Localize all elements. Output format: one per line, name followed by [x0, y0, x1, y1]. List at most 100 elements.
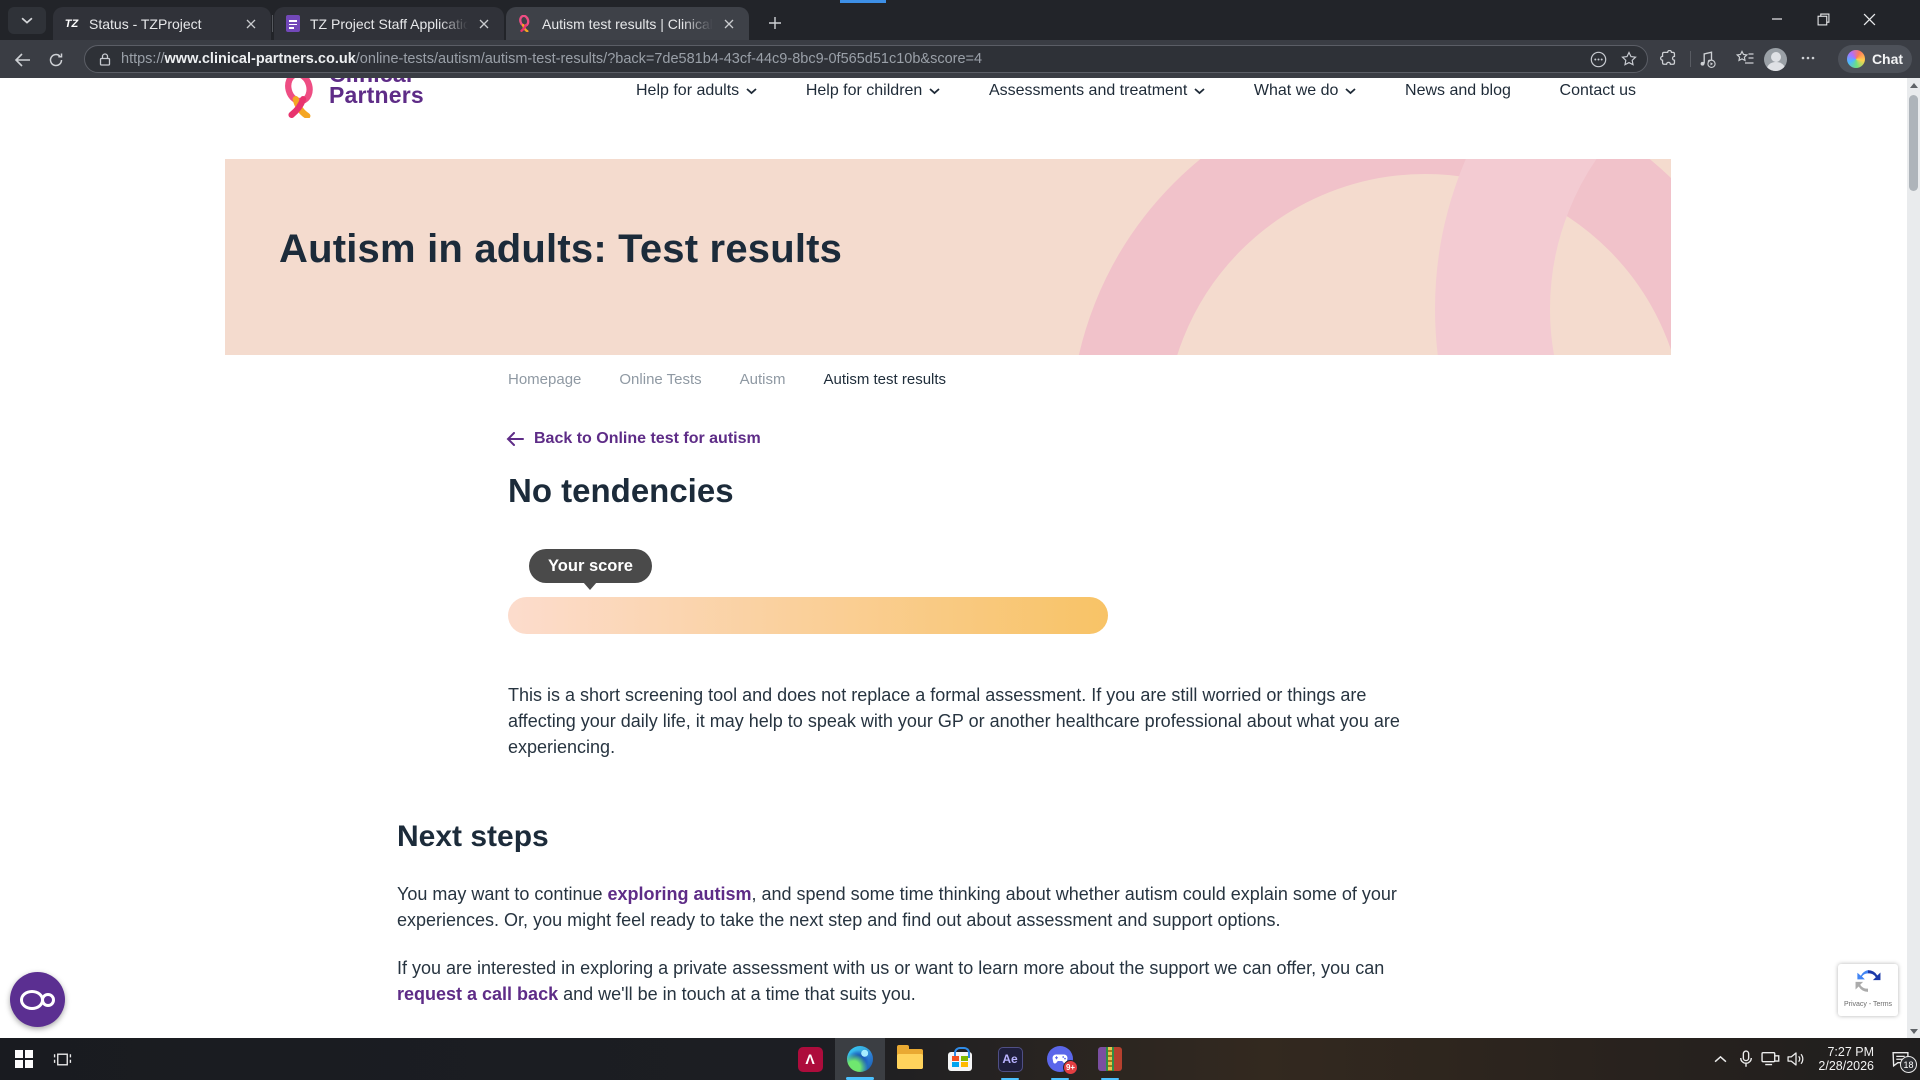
- tray-time: 7:27 PM: [1812, 1045, 1874, 1059]
- hidden-tab-indicator: [840, 0, 886, 3]
- window-close-button[interactable]: [1846, 0, 1892, 38]
- chevron-down-icon: [1194, 88, 1205, 95]
- taskbar-edge[interactable]: [835, 1038, 885, 1080]
- notification-count-badge: 18: [1900, 1056, 1917, 1073]
- new-tab-button[interactable]: [760, 9, 790, 37]
- google-forms-favicon: [284, 15, 301, 32]
- notification-center-button[interactable]: 18: [1880, 1038, 1920, 1080]
- favorites-bar-icon[interactable]: [1736, 50, 1754, 66]
- close-tab-icon[interactable]: [719, 14, 739, 34]
- tz-favicon: TZ: [63, 15, 80, 32]
- recaptcha-badge[interactable]: Privacy - Terms: [1838, 964, 1898, 1016]
- nav-help-for-children[interactable]: Help for children: [806, 82, 941, 100]
- nav-assessments-and-treatment[interactable]: Assessments and treatment: [989, 82, 1205, 100]
- taskbar-app-dock: Λ Ae 9+: [785, 1038, 1135, 1080]
- task-view-button[interactable]: [44, 1038, 80, 1080]
- browser-toolbar: https://www.clinical-partners.co.uk/onli…: [0, 40, 1920, 78]
- profile-avatar[interactable]: [1764, 48, 1787, 71]
- nav-help-for-adults[interactable]: Help for adults: [636, 82, 757, 100]
- taskbar-microsoft-store[interactable]: [935, 1038, 985, 1080]
- settings-ellipsis-icon[interactable]: [1800, 50, 1816, 66]
- decorative-arc: [1435, 159, 1671, 355]
- page-title: Autism in adults: Test results: [279, 227, 842, 272]
- recaptcha-icon: [1855, 968, 1881, 994]
- tab-title: TZ Project Staff Application: [310, 16, 468, 32]
- tray-chevron-up-icon[interactable]: [1708, 1038, 1733, 1080]
- page-actions-icon[interactable]: [1590, 51, 1607, 68]
- page-viewport: Clinical Partners Help for adults Help f…: [0, 78, 1920, 1038]
- close-tab-icon[interactable]: [474, 14, 494, 34]
- scrollbar-thumb[interactable]: [1909, 95, 1918, 191]
- screening-disclaimer-text: This is a short screening tool and does …: [508, 682, 1418, 760]
- adobe-app-icon: Λ: [798, 1047, 823, 1072]
- tray-date: 2/28/2026: [1812, 1059, 1874, 1073]
- tab-title: Status - TZProject: [89, 16, 235, 32]
- nav-contact-us[interactable]: Contact us: [1560, 82, 1636, 100]
- start-button[interactable]: [6, 1038, 42, 1080]
- copilot-icon: [1847, 50, 1865, 68]
- notification-count-badge: 9+: [1063, 1060, 1078, 1075]
- volume-icon[interactable]: [1783, 1038, 1808, 1080]
- browser-tab-strip: TZ Status - TZProject TZ Project Staff A…: [0, 0, 1920, 40]
- window-restore-button[interactable]: [1800, 0, 1846, 38]
- game-controller-icon: 9+: [1047, 1046, 1073, 1072]
- taskbar-after-effects[interactable]: Ae: [985, 1038, 1035, 1080]
- address-bar[interactable]: https://www.clinical-partners.co.uk/onli…: [84, 45, 1648, 73]
- page-scrollbar[interactable]: [1907, 78, 1920, 1038]
- toolbar-separator: [1690, 51, 1691, 67]
- window-minimize-button[interactable]: [1754, 0, 1800, 38]
- score-bar: [508, 597, 1108, 634]
- plus-icon: [768, 16, 782, 30]
- url-domain: www.clinical-partners.co.uk: [165, 51, 356, 67]
- nav-news-and-blog[interactable]: News and blog: [1405, 82, 1511, 100]
- winrar-icon: [1098, 1047, 1122, 1071]
- browser-tab-staff-application[interactable]: TZ Project Staff Application: [274, 7, 504, 40]
- back-button[interactable]: [8, 46, 36, 73]
- network-icon[interactable]: [1758, 1038, 1783, 1080]
- request-call-back-link[interactable]: request a call back: [397, 984, 558, 1004]
- breadcrumb-autism[interactable]: Autism: [740, 371, 786, 388]
- media-control-icon[interactable]: [1698, 50, 1716, 68]
- hero-banner: Autism in adults: Test results: [225, 159, 1671, 355]
- task-view-icon: [53, 1051, 72, 1068]
- logo-line2: Partners: [329, 85, 424, 106]
- your-score-tooltip: Your score: [529, 549, 652, 583]
- tab-title: Autism test results | Clinical Partne: [542, 16, 713, 32]
- browser-tab-autism-results-active[interactable]: Autism test results | Clinical Partne: [506, 7, 749, 40]
- result-heading: No tendencies: [508, 472, 734, 510]
- scroll-up-arrow[interactable]: [1907, 78, 1920, 92]
- refresh-button[interactable]: [42, 46, 70, 73]
- scroll-down-arrow[interactable]: [1907, 1024, 1920, 1038]
- microphone-icon[interactable]: [1733, 1038, 1758, 1080]
- taskbar-winrar[interactable]: [1085, 1038, 1135, 1080]
- close-tab-icon[interactable]: [241, 14, 261, 34]
- extensions-puzzle-icon[interactable]: [1660, 50, 1677, 67]
- chevron-down-icon: [746, 88, 757, 95]
- taskbar-adobe-app[interactable]: Λ: [785, 1038, 835, 1080]
- chat-logo-icon: [41, 993, 55, 1007]
- tab-search-button[interactable]: [8, 7, 46, 34]
- breadcrumb-online-tests[interactable]: Online Tests: [619, 371, 701, 388]
- nav-what-we-do[interactable]: What we do: [1254, 82, 1356, 100]
- clinical-partners-logo[interactable]: Clinical Partners: [283, 78, 424, 118]
- browser-tab-status-tzproject[interactable]: TZ Status - TZProject: [53, 7, 271, 40]
- lock-icon[interactable]: [99, 52, 111, 67]
- copilot-chat-button[interactable]: Chat: [1838, 45, 1912, 73]
- add-favorite-star-icon[interactable]: [1621, 51, 1637, 67]
- chevron-down-icon: [21, 17, 33, 25]
- exploring-autism-link[interactable]: exploring autism: [607, 884, 751, 904]
- windows-taskbar: Λ Ae 9+: [0, 1038, 1920, 1080]
- back-to-test-link[interactable]: Back to Online test for autism: [506, 430, 761, 448]
- next-steps-heading: Next steps: [397, 820, 549, 854]
- taskbar-file-explorer[interactable]: [885, 1038, 935, 1080]
- folder-icon: [897, 1049, 923, 1069]
- windows-logo-icon: [15, 1050, 33, 1068]
- next-steps-paragraph-1: You may want to continue exploring autis…: [397, 881, 1442, 933]
- url-text: https://www.clinical-partners.co.uk/onli…: [121, 51, 1576, 67]
- clinical-partners-favicon: [516, 15, 533, 32]
- taskbar-game-app[interactable]: 9+: [1035, 1038, 1085, 1080]
- ribbon-logo-icon: [283, 78, 319, 118]
- clock[interactable]: 7:27 PM 2/28/2026: [1812, 1045, 1874, 1073]
- breadcrumb-homepage[interactable]: Homepage: [508, 371, 581, 388]
- live-chat-button[interactable]: [10, 972, 65, 1027]
